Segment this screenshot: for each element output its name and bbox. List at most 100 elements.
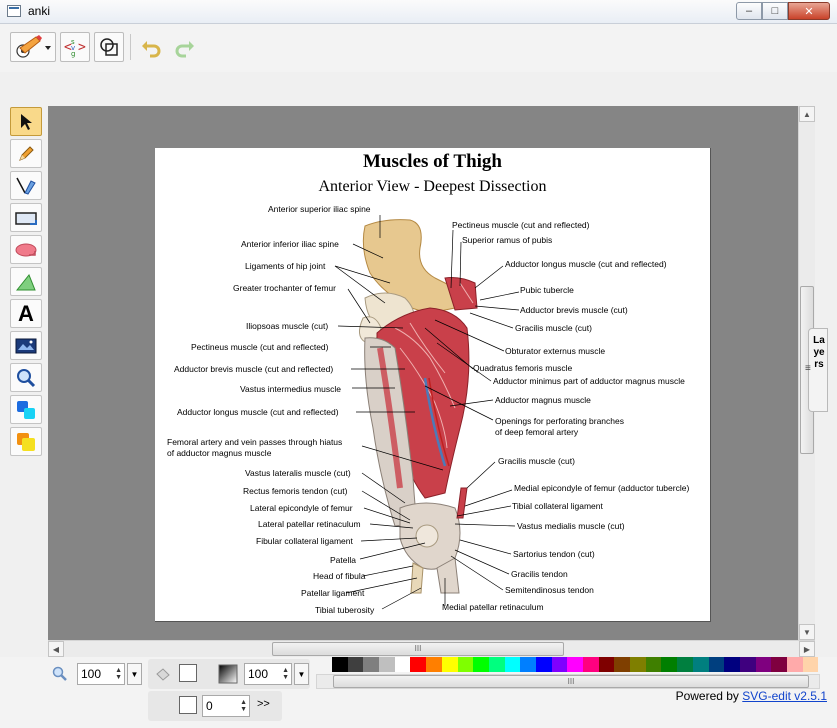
- ellipse-tool-button[interactable]: [10, 235, 42, 264]
- svg-canvas[interactable]: Muscles of Thigh Anterior View - Deepest…: [155, 148, 711, 622]
- text-tool-button[interactable]: A: [10, 299, 42, 328]
- horizontal-scrollbar[interactable]: ◀ III ▶: [48, 640, 815, 657]
- palette-swatch[interactable]: [426, 657, 442, 672]
- zoom-tool-button[interactable]: [10, 363, 42, 392]
- shapelib-tool-button[interactable]: [10, 427, 42, 456]
- palette-swatch[interactable]: [771, 657, 787, 672]
- palette-swatch[interactable]: [567, 657, 583, 672]
- shape-library-icon: [17, 432, 35, 451]
- minimize-button[interactable]: –: [736, 2, 762, 20]
- stroke-width-spinner-icon[interactable]: ▲ ▼: [240, 699, 247, 713]
- palette-swatch[interactable]: [755, 657, 772, 672]
- zoom-input[interactable]: 100 ▲ ▼: [77, 663, 125, 685]
- main-menu-button[interactable]: [10, 32, 56, 62]
- scroll-down-arrow[interactable]: ▼: [799, 624, 815, 640]
- palette-swatch[interactable]: [394, 657, 411, 672]
- palette-swatch[interactable]: [661, 657, 678, 672]
- palette-swatch[interactable]: [614, 657, 631, 672]
- select-arrow-icon: [21, 113, 32, 130]
- horizontal-scroll-thumb[interactable]: III: [272, 642, 564, 656]
- scroll-right-arrow[interactable]: ▶: [799, 641, 815, 657]
- palette-scroll-thumb[interactable]: III: [333, 675, 809, 688]
- rect-tool-button[interactable]: [10, 203, 42, 232]
- label-iliopsoas: Iliopsoas muscle (cut): [246, 321, 329, 331]
- title-bar: anki – □ ✕: [0, 0, 837, 24]
- label-adductor-magnus: Adductor magnus muscle: [495, 395, 591, 405]
- label-femoral-artery: Femoral artery and vein passes through h…: [167, 437, 343, 447]
- label-tibial-collateral-ligament: Tibial collateral ligament: [512, 501, 603, 511]
- image-tool-button[interactable]: [10, 331, 42, 360]
- palette-swatch[interactable]: [630, 657, 646, 672]
- palette-swatch[interactable]: [332, 657, 348, 672]
- zoom-value: 100: [81, 667, 102, 681]
- palette-swatch[interactable]: [724, 657, 740, 672]
- redo-icon: [175, 41, 194, 58]
- palette-swatch[interactable]: [410, 657, 427, 672]
- scroll-up-arrow[interactable]: ▲: [799, 106, 815, 122]
- paintbrush-menu-icon: [16, 35, 51, 58]
- stroke-width-input[interactable]: 0 ▲ ▼: [202, 695, 250, 717]
- label-semitendinosus-tendon: Semitendinosus tendon: [505, 585, 594, 595]
- palette-swatch[interactable]: [677, 657, 693, 672]
- label-medial-epicondyle: Medial epicondyle of femur (adductor tub…: [514, 483, 690, 493]
- palette-swatch[interactable]: [520, 657, 536, 672]
- opacity-dropdown-button[interactable]: ▼: [294, 663, 309, 685]
- label-fibular-collateral-ligament: Fibular collateral ligament: [256, 536, 353, 546]
- zoom-spinner-icon[interactable]: ▲ ▼: [115, 667, 122, 681]
- palette-swatch[interactable]: [457, 657, 474, 672]
- redo-button[interactable]: [170, 32, 200, 62]
- undo-button[interactable]: [136, 32, 166, 62]
- more-options-button[interactable]: >>: [257, 698, 270, 710]
- fill-color-swatch[interactable]: [179, 664, 197, 682]
- palette-swatch[interactable]: [441, 657, 458, 672]
- triangle-path-icon: [15, 273, 36, 290]
- select-tool-button[interactable]: [10, 107, 42, 136]
- layers-panel-tab[interactable]: Layers ≡: [805, 328, 828, 412]
- maximize-button[interactable]: □: [762, 2, 788, 20]
- path-shape-tool-button[interactable]: [10, 267, 42, 296]
- opacity-value: 100: [248, 667, 269, 681]
- palette-swatch[interactable]: [802, 657, 819, 672]
- scroll-left-arrow[interactable]: ◀: [48, 641, 64, 657]
- palette-swatch[interactable]: [347, 657, 364, 672]
- stroke-width-value: 0: [206, 699, 213, 713]
- undo-icon: [142, 41, 161, 58]
- palette-swatch[interactable]: [786, 657, 803, 672]
- rectangle-icon: [15, 211, 37, 225]
- path-tool-button[interactable]: [10, 171, 42, 200]
- close-button[interactable]: ✕: [788, 2, 830, 20]
- svg-edit-link[interactable]: SVG-edit v2.5.1: [742, 689, 827, 703]
- palette-swatch[interactable]: [583, 657, 599, 672]
- palette-swatch[interactable]: [473, 657, 489, 672]
- palette-scrollbar[interactable]: III: [316, 674, 820, 689]
- label-gracilis-cut-upper: Gracilis muscle (cut): [515, 323, 592, 333]
- app-icon: [7, 5, 21, 17]
- palette-swatch[interactable]: [379, 657, 395, 672]
- stroke-color-swatch[interactable]: [179, 696, 197, 714]
- palette-swatch[interactable]: [363, 657, 380, 672]
- palette-swatch[interactable]: [551, 657, 568, 672]
- pencil-icon: [19, 145, 34, 161]
- label-adductor-brevis-left: Adductor brevis muscle (cut and reflecte…: [174, 364, 334, 374]
- label-perforating-openings-2: of deep femoral artery: [495, 427, 579, 437]
- palette-swatch[interactable]: [598, 657, 615, 672]
- pencil-tool-button[interactable]: [10, 139, 42, 168]
- paint-bucket-icon[interactable]: [155, 666, 171, 682]
- palette-swatch[interactable]: [488, 657, 505, 672]
- palette-swatch[interactable]: [708, 657, 725, 672]
- canvas-workarea[interactable]: Muscles of Thigh Anterior View - Deepest…: [48, 106, 798, 640]
- color-swap-tool-button[interactable]: [10, 395, 42, 424]
- palette-swatch[interactable]: [535, 657, 552, 672]
- label-adductor-longus-left: Adductor longus muscle (cut and reflecte…: [177, 407, 339, 417]
- wireframe-button[interactable]: [94, 32, 124, 62]
- svg-source-button[interactable]: < > s v g: [60, 32, 90, 62]
- palette-swatch[interactable]: [504, 657, 521, 672]
- palette-swatch[interactable]: [645, 657, 662, 672]
- label-vastus-lateralis: Vastus lateralis muscle (cut): [245, 468, 351, 478]
- svg-source-icon: < > s v g: [64, 38, 86, 58]
- palette-swatch[interactable]: [739, 657, 756, 672]
- zoom-dropdown-button[interactable]: ▼: [127, 663, 142, 685]
- opacity-input[interactable]: 100 ▲ ▼: [244, 663, 292, 685]
- opacity-spinner-icon[interactable]: ▲ ▼: [282, 667, 289, 681]
- palette-swatch[interactable]: [692, 657, 709, 672]
